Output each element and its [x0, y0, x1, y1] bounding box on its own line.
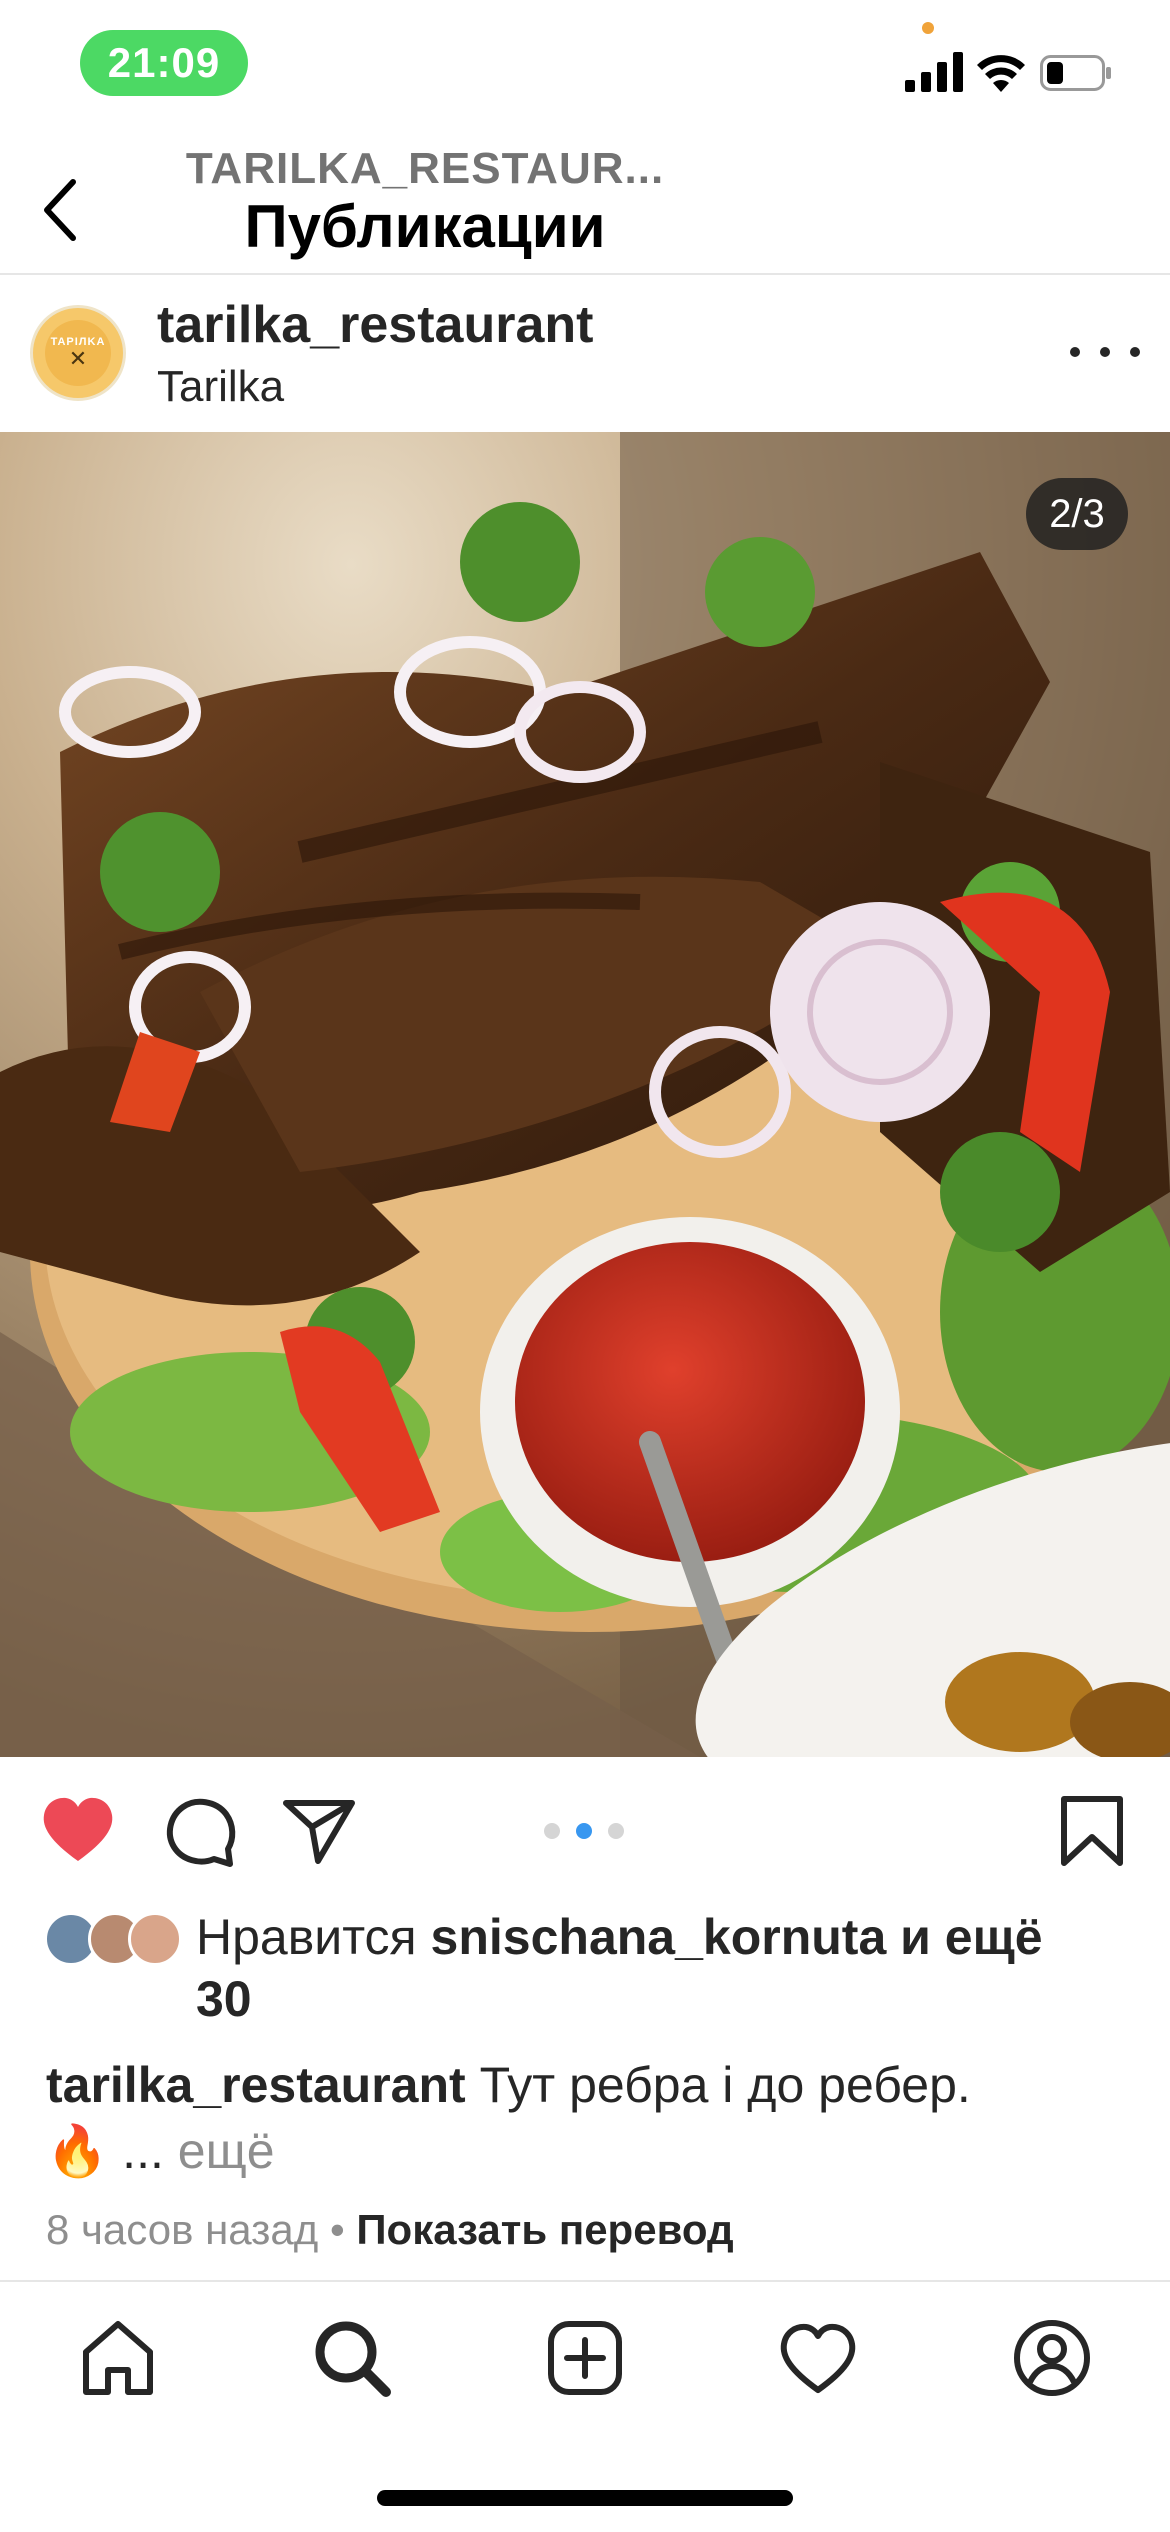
- likes-row: Нравится snischana_kornuta и ещё 30: [0, 1900, 1170, 2040]
- post-actions: [0, 1757, 1170, 1897]
- dot: [1070, 347, 1080, 357]
- signal-icon: [905, 52, 963, 92]
- post-username[interactable]: tarilka_restaurant: [157, 295, 593, 355]
- food-photo: [0, 432, 1170, 1757]
- show-translation-link[interactable]: Показать перевод: [356, 2206, 733, 2253]
- status-time[interactable]: 21:09: [80, 30, 248, 96]
- post-caption: tarilka_restaurant Тут ребра і до ребер.…: [46, 2052, 1136, 2184]
- page-title: Публикации: [244, 193, 606, 260]
- avatar-logo: TAPIЛKA ✕: [45, 320, 111, 386]
- navigation-header: TARILKA_RESTAUR... Публикации: [0, 130, 1170, 275]
- bookmark-icon[interactable]: [1054, 1793, 1130, 1869]
- home-icon[interactable]: [76, 2316, 160, 2400]
- wifi-icon: [977, 55, 1025, 92]
- fork-knife-icon: ✕: [68, 346, 88, 371]
- post-header: TAPIЛKA ✕ tarilka_restaurant Tarilka: [0, 277, 1170, 432]
- caption-username[interactable]: tarilka_restaurant: [46, 2057, 466, 2113]
- carousel-indicator: [544, 1823, 624, 1839]
- profile-icon[interactable]: [1010, 2316, 1094, 2400]
- search-icon[interactable]: [310, 2316, 394, 2400]
- comment-icon[interactable]: [162, 1793, 238, 1869]
- heart-filled-icon[interactable]: [40, 1793, 116, 1869]
- meta-separator: •: [329, 2206, 345, 2253]
- dot: [1130, 347, 1140, 357]
- fire-emoji: 🔥: [46, 2123, 109, 2179]
- caption-ellipsis: ...: [122, 2123, 164, 2179]
- likes-username[interactable]: snischana_kornuta: [431, 1909, 887, 1965]
- post-time: 8 часов назад: [46, 2206, 319, 2253]
- account-name: TARILKA_RESTAUR...: [185, 144, 665, 193]
- liker-avatar: [128, 1912, 182, 1966]
- share-icon[interactable]: [282, 1793, 358, 1869]
- avatar[interactable]: TAPIЛKA ✕: [30, 305, 126, 401]
- carousel-dot: [544, 1823, 560, 1839]
- activity-icon[interactable]: [776, 2316, 860, 2400]
- caption-more-link[interactable]: ещё: [178, 2123, 275, 2179]
- likes-prefix: Нравится: [196, 1909, 417, 1965]
- image-counter: 2/3: [1026, 478, 1128, 550]
- more-options-icon[interactable]: [1070, 337, 1140, 367]
- likes-text[interactable]: Нравится snischana_kornuta и ещё 30: [196, 1906, 1096, 2030]
- status-bar: 21:09: [0, 0, 1170, 130]
- battery-icon: [1040, 55, 1111, 91]
- home-indicator[interactable]: [377, 2490, 793, 2506]
- dot: [1100, 347, 1110, 357]
- post-meta: 8 часов назад • Показать перевод: [46, 2206, 1146, 2254]
- create-icon[interactable]: [543, 2316, 627, 2400]
- carousel-dot-active: [576, 1823, 592, 1839]
- post-location[interactable]: Tarilka: [157, 362, 284, 412]
- carousel-dot: [608, 1823, 624, 1839]
- post-image[interactable]: [0, 432, 1170, 1757]
- privacy-indicator-dot: [922, 22, 934, 34]
- caption-text: Тут ребра і до ребер.: [479, 2057, 971, 2113]
